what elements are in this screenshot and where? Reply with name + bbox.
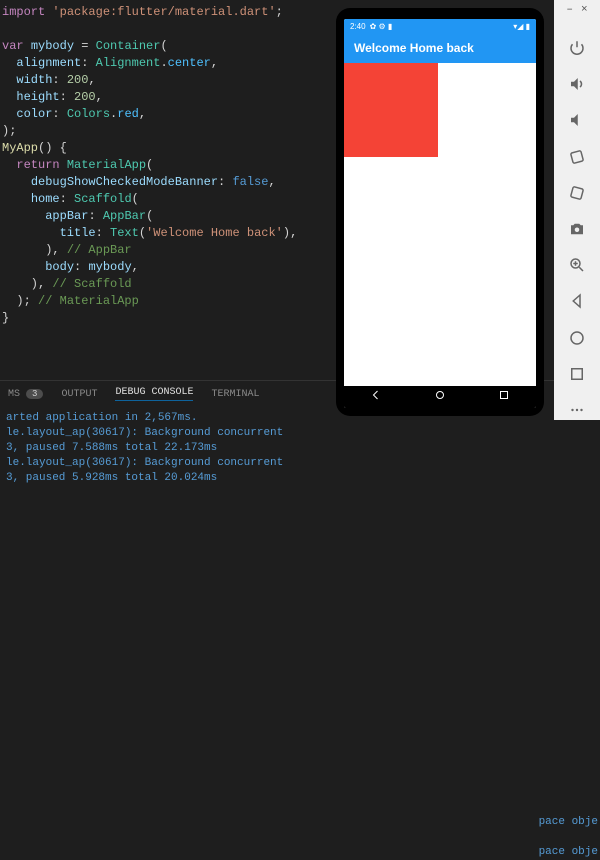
keyword-var: var [2, 39, 24, 53]
emulator-toolbar: – × [554, 0, 600, 420]
nav-back-icon[interactable] [370, 389, 382, 405]
status-right-icons: ▾◢ ▮ [513, 22, 530, 31]
string-title: 'Welcome Home back' [146, 226, 283, 240]
prop-height: height [16, 90, 59, 104]
comment-materialapp: // MaterialApp [38, 294, 139, 308]
flutter-body[interactable] [344, 63, 536, 386]
prop-body: body [45, 260, 74, 274]
red-container [344, 63, 438, 157]
problems-badge: 3 [26, 389, 43, 399]
bool-false: false [232, 175, 268, 189]
num-height: 200 [74, 90, 96, 104]
android-emulator[interactable]: 2:40 ✿ ⚙ ▮ ▾◢ ▮ Welcome Home back [336, 8, 544, 416]
rotate-right-icon[interactable] [566, 183, 588, 203]
android-statusbar: 2:40 ✿ ⚙ ▮ ▾◢ ▮ [344, 19, 536, 33]
class-alignment: Alignment [96, 56, 161, 70]
string-import-path: 'package:flutter/material.dart' [52, 5, 275, 19]
window-minimize-button[interactable]: – [566, 4, 573, 16]
nav-home-icon[interactable] [434, 389, 446, 405]
console-line: le.layout_ap(30617): Background concurre… [6, 457, 283, 469]
prop-title: title [60, 226, 96, 240]
num-width: 200 [67, 73, 89, 87]
keyword-import: import [2, 5, 45, 19]
console-line: arted application in 2,567ms. [6, 412, 197, 424]
tab-output[interactable]: OUTPUT [61, 389, 97, 400]
tab-debug-console[interactable]: DEBUG CONSOLE [115, 387, 193, 401]
overview-icon[interactable] [566, 364, 588, 384]
prop-appbar: appBar [45, 209, 88, 223]
prop-color: color [16, 107, 52, 121]
rotate-left-icon[interactable] [566, 147, 588, 167]
prop-home: home [31, 192, 60, 206]
back-icon[interactable] [566, 291, 588, 311]
prop-width: width [16, 73, 52, 87]
class-text: Text [110, 226, 139, 240]
enum-center: center [168, 56, 211, 70]
enum-red: red [117, 107, 139, 121]
appbar-title: Welcome Home back [354, 41, 474, 55]
zoom-icon[interactable] [566, 255, 588, 275]
flutter-appbar: Welcome Home back [344, 33, 536, 63]
comment-scaffold: // Scaffold [52, 277, 131, 291]
camera-icon[interactable] [566, 219, 588, 239]
android-navbar [344, 386, 536, 408]
console-line: 3, paused 7.588ms total 22.173ms [6, 442, 217, 454]
volume-up-icon[interactable] [566, 74, 588, 94]
tab-terminal[interactable]: TERMINAL [211, 389, 259, 400]
class-colors: Colors [67, 107, 110, 121]
func-myapp: MyApp [2, 141, 38, 155]
home-icon[interactable] [566, 328, 588, 348]
tab-problems[interactable]: MS 3 [8, 389, 43, 400]
power-icon[interactable] [566, 38, 588, 58]
console-line: 3, paused 5.928ms total 20.024ms [6, 472, 217, 484]
class-appbar: AppBar [103, 209, 146, 223]
console-output[interactable]: arted application in 2,567ms. le.layout_… [0, 407, 600, 490]
status-left-icons: ✿ ⚙ ▮ [370, 22, 393, 31]
keyword-return: return [16, 158, 59, 172]
identifier-mybody: mybody [31, 39, 74, 53]
prop-debugbanner: debugShowCheckedModeBanner [31, 175, 218, 189]
class-materialapp: MaterialApp [67, 158, 146, 172]
device-screen[interactable]: 2:40 ✿ ⚙ ▮ ▾◢ ▮ Welcome Home back [344, 19, 536, 408]
volume-down-icon[interactable] [566, 110, 588, 130]
window-close-button[interactable]: × [581, 4, 588, 16]
prop-alignment: alignment [16, 56, 81, 70]
class-container: Container [96, 39, 161, 53]
class-scaffold: Scaffold [74, 192, 132, 206]
code-editor[interactable]: import 'package:flutter/material.dart'; … [0, 0, 330, 380]
comment-appbar: // AppBar [67, 243, 132, 257]
console-right-fragment: pace obje pace obje [539, 815, 598, 860]
identifier-mybody-ref: mybody [88, 260, 131, 274]
console-line: le.layout_ap(30617): Background concurre… [6, 427, 283, 439]
more-icon[interactable] [566, 400, 588, 420]
status-time: 2:40 [350, 22, 366, 31]
nav-recent-icon[interactable] [498, 389, 510, 405]
